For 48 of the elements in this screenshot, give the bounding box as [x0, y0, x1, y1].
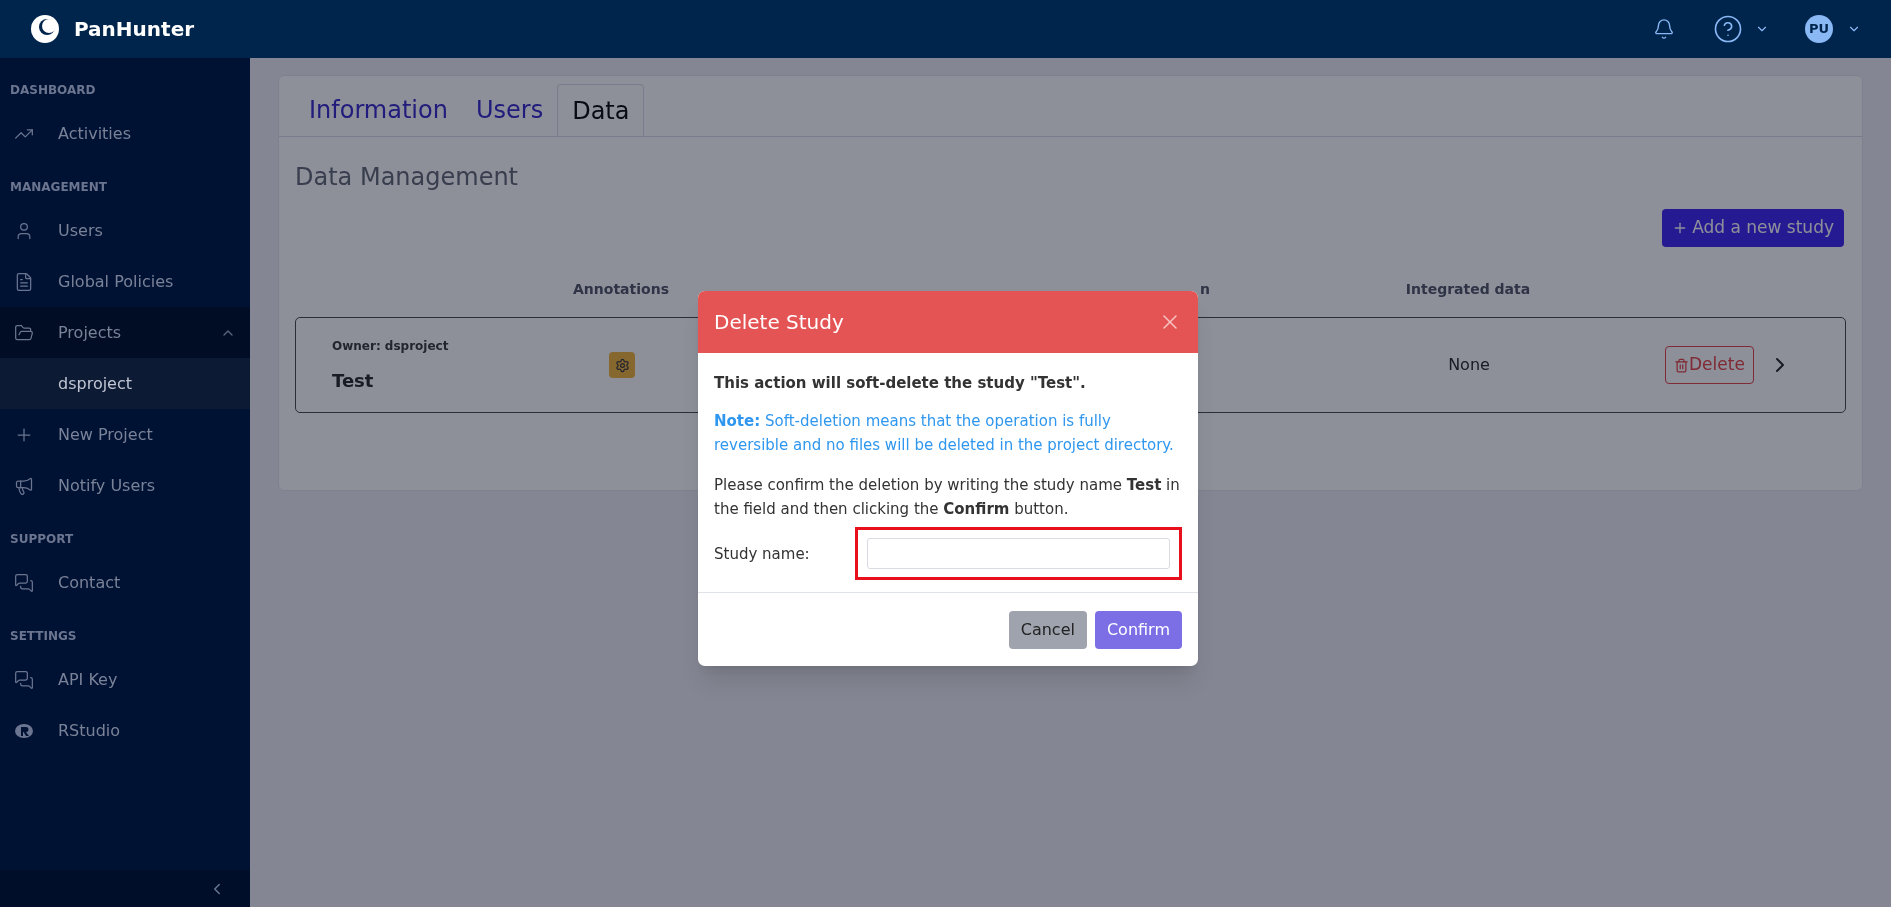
bell-icon[interactable] [1653, 17, 1675, 41]
section-heading: DASHBOARD [9, 82, 97, 99]
sidebar-item[interactable]: New Project [0, 409, 250, 460]
megaphone-icon [14, 475, 34, 496]
section-heading: SETTINGS [9, 628, 78, 645]
confirm-button[interactable]: Confirm [1094, 610, 1182, 649]
app-name: PanHunter [74, 16, 195, 43]
tab[interactable]: Data [557, 84, 645, 136]
section-heading: SUPPORT [9, 531, 75, 548]
sidebar-item[interactable]: Contact [0, 557, 250, 608]
add-study-button[interactable]: Add a new study [1662, 209, 1844, 247]
study-name: Test [332, 368, 375, 393]
help-icon[interactable] [1713, 14, 1743, 44]
instruction-text: Please confirm the deletion by writing the study name Test in the field and then clicking the Confirm button. [714, 475, 1181, 520]
warning-text: This action will soft-delete the study "Test". [714, 373, 1087, 394]
column-header: Integrated data [1405, 280, 1531, 297]
sidebar-item[interactable]: API Key [0, 654, 250, 705]
table-cell: None [1448, 355, 1490, 374]
folder-icon [14, 322, 34, 343]
settings-badge[interactable] [609, 352, 635, 378]
chat-icon [14, 572, 34, 593]
field-label: Study name: [714, 543, 811, 565]
chat-icon [14, 669, 34, 690]
cancel-button[interactable]: Cancel [1008, 610, 1087, 649]
tab[interactable]: Users [461, 84, 558, 136]
note-text: Note: Soft-deletion means that the operation is fully reversible and no files will be deleted in the project directory. [714, 411, 1175, 456]
sidebar-item[interactable]: Notify Users [0, 460, 250, 511]
trash-icon [1674, 357, 1689, 373]
column-header: n [1200, 280, 1210, 297]
page-title: Data Management [295, 162, 520, 193]
sidebar-item[interactable]: Global Policies [0, 256, 250, 307]
sidebar-item[interactable]: RStudio [0, 705, 250, 756]
sidebar-item[interactable]: Activities [0, 108, 250, 159]
section-heading: MANAGEMENT [9, 179, 108, 196]
study-name-field[interactable] [866, 538, 1170, 569]
logo-icon [30, 14, 60, 44]
column-header: Annotations [573, 280, 669, 297]
sidebar-item[interactable]: Users [0, 205, 250, 256]
modal-title: Delete Study [714, 309, 844, 336]
tab[interactable]: Information [295, 84, 462, 136]
r-logo-icon [14, 722, 34, 739]
owner-label: Owner: dsproject [332, 337, 450, 355]
settings-icon [614, 357, 630, 373]
sidebar-item[interactable]: Projects [0, 307, 250, 358]
sidebar-subitem[interactable]: dsproject [0, 358, 250, 409]
delete-button[interactable]: Delete [1665, 346, 1754, 384]
user-avatar[interactable]: PU [1805, 15, 1833, 43]
document-icon [14, 271, 34, 292]
